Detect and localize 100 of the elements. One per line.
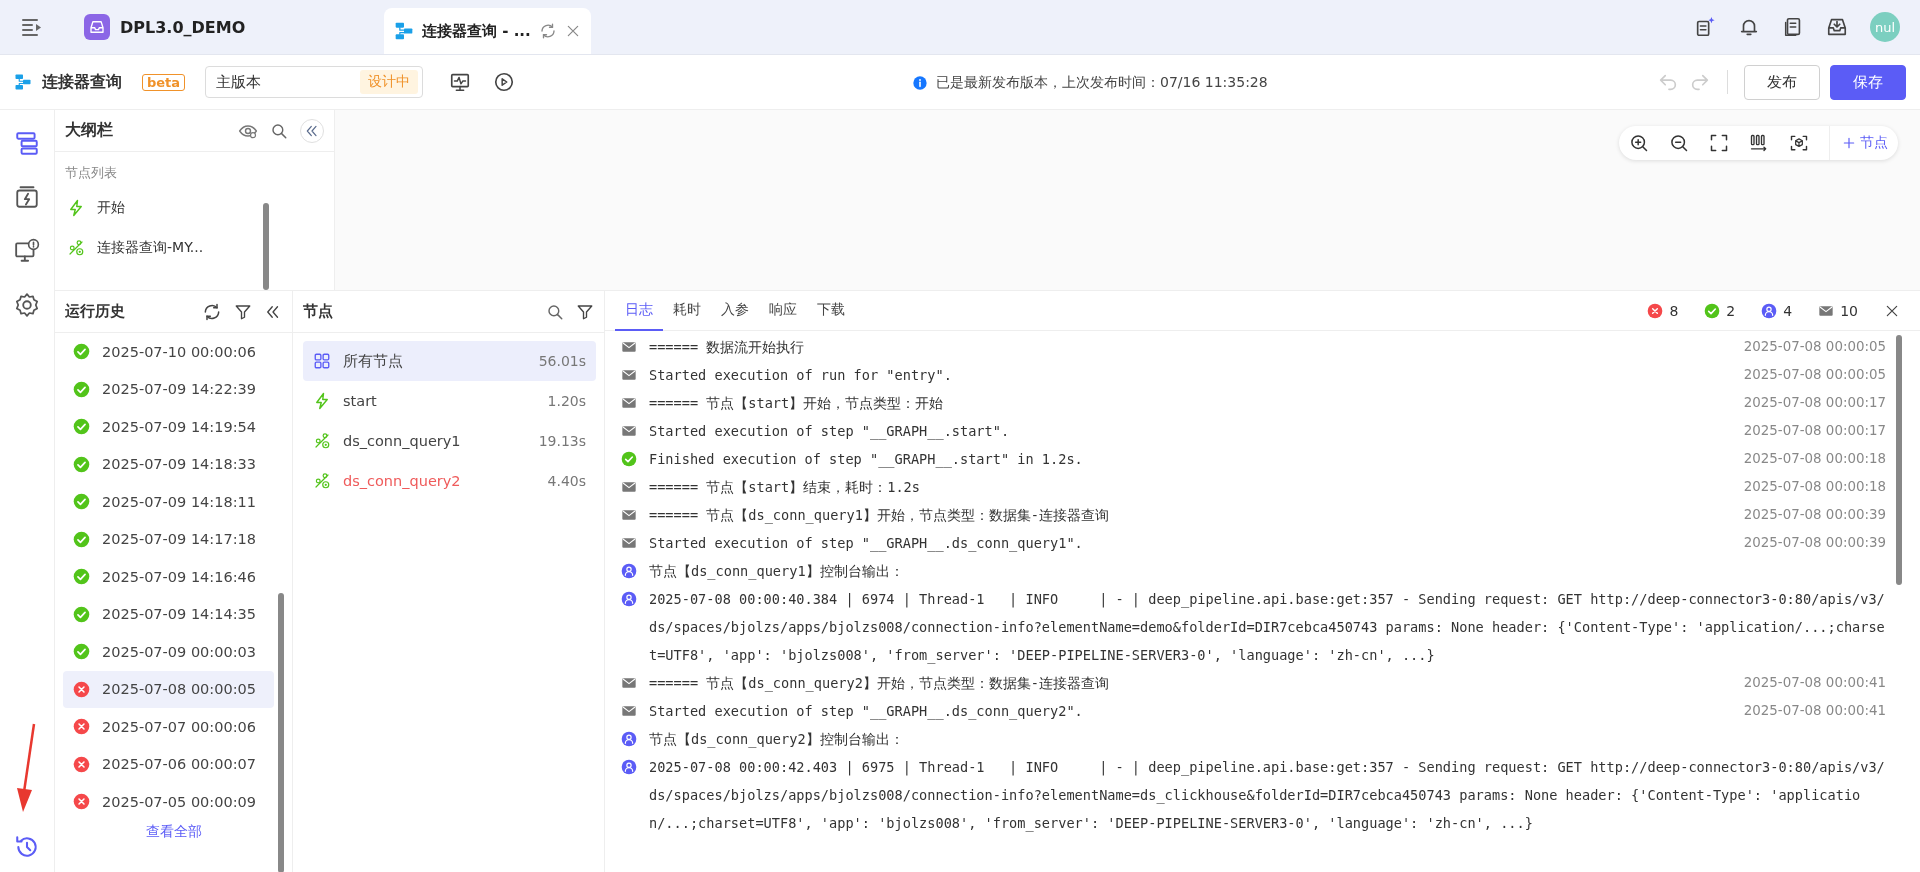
history-item[interactable]: 2025-07-09 14:17:18 — [63, 520, 274, 558]
log-tab[interactable]: 耗时 — [663, 290, 711, 331]
history-item[interactable]: 2025-07-06 00:00:07 — [63, 745, 274, 783]
log-time: 2025-07-08 00:00:18 — [1743, 478, 1886, 496]
mail-icon — [621, 507, 637, 523]
mail-icon — [621, 675, 637, 691]
log-message: ====== 节点【ds_conn_query2】开始，节点类型：数据集-连接器查询 — [649, 674, 1111, 694]
history-icon[interactable] — [14, 834, 40, 860]
filter-icon[interactable] — [576, 302, 594, 321]
node-name: start — [343, 393, 377, 409]
error-icon — [73, 755, 90, 773]
scrollbar[interactable] — [263, 203, 269, 290]
save-button[interactable]: 保存 — [1830, 64, 1906, 100]
filter-icon[interactable] — [234, 302, 252, 321]
scrollbar[interactable] — [278, 593, 284, 872]
user-icon[interactable] — [1761, 302, 1778, 319]
history-item[interactable]: 2025-07-10 00:00:06 — [63, 333, 274, 371]
node-item[interactable]: start 1.20s — [303, 381, 596, 421]
outline-item[interactable]: 开始 — [55, 188, 334, 228]
mail-icon — [621, 423, 637, 439]
play-icon[interactable] — [493, 71, 516, 93]
version-select[interactable]: 主版本 设计中 — [205, 66, 424, 98]
history-item[interactable]: 2025-07-09 14:18:33 — [63, 445, 274, 483]
success-icon — [73, 418, 90, 436]
history-item[interactable]: 2025-07-09 14:22:39 — [63, 370, 274, 408]
publish-button[interactable]: 发布 — [1744, 64, 1820, 100]
mail-icon — [621, 535, 637, 551]
log-time: 2025-07-08 00:00:18 — [1743, 450, 1886, 468]
lightning-icon — [313, 392, 331, 410]
settings-icon[interactable] — [14, 292, 40, 318]
user-icon — [621, 731, 637, 747]
fullscreen-icon[interactable] — [1709, 133, 1729, 153]
log-tab[interactable]: 日志 — [615, 290, 663, 331]
mail-icon — [621, 339, 637, 355]
log-message: 节点【ds_conn_query1】控制台输出： — [649, 562, 905, 582]
success-icon — [621, 451, 637, 467]
log-tab[interactable]: 响应 — [759, 290, 807, 331]
log-tab[interactable]: 入参 — [711, 290, 759, 331]
history-item[interactable]: 2025-07-09 00:00:03 — [63, 633, 274, 671]
outline-icon[interactable] — [14, 130, 40, 156]
node-item[interactable]: 所有节点 56.01s — [303, 341, 596, 381]
layout-icon[interactable] — [1749, 133, 1769, 153]
history-item[interactable]: 2025-07-07 00:00:06 — [63, 708, 274, 746]
log-time: 2025-07-08 00:00:05 — [1743, 338, 1886, 356]
info-icon — [912, 74, 928, 91]
history-item[interactable]: 2025-07-09 14:14:35 — [63, 595, 274, 633]
add-node-button[interactable]: 节点 — [1829, 126, 1888, 160]
node-item[interactable]: ds_conn_query2 4.40s — [303, 461, 596, 501]
log-time: 2025-07-08 00:00:39 — [1743, 506, 1886, 524]
monitor-pulse-icon[interactable] — [449, 71, 472, 93]
focus-cube-icon[interactable] — [1789, 133, 1809, 153]
view-all-link[interactable]: 查看全部 — [139, 820, 208, 843]
mail-icon — [621, 703, 637, 719]
success-icon — [73, 493, 90, 511]
monitor-alert-icon[interactable] — [14, 238, 40, 264]
log-message: ====== 节点【start】结束，耗时：1.2s — [649, 478, 921, 497]
status-tag: 设计中 — [360, 70, 419, 94]
publish-info: 已是最新发布版本，上次发布时间：07/16 11:35:28 — [936, 73, 1268, 92]
tab-label: 连接器查询 - ... — [422, 21, 531, 41]
history-item[interactable]: 2025-07-05 00:00:09 — [63, 783, 274, 821]
error-icon[interactable] — [1647, 302, 1664, 319]
history-item[interactable]: 2025-07-09 14:16:46 — [63, 558, 274, 596]
scrollbar[interactable] — [1896, 335, 1902, 585]
panel-title: 节点 — [303, 302, 333, 321]
search-icon[interactable] — [270, 121, 288, 140]
mail-icon — [621, 395, 637, 411]
zoom-in-icon[interactable] — [1629, 133, 1649, 153]
panel-title: 大纲栏 — [65, 120, 113, 141]
panel-title: 运行历史 — [65, 302, 125, 321]
log-message: Started execution of step "__GRAPH__.start". — [649, 422, 1011, 442]
inbox-download-icon[interactable] — [1826, 16, 1848, 38]
success-icon — [73, 343, 90, 361]
history-item[interactable]: 2025-07-09 14:19:54 — [63, 408, 274, 446]
mail-icon — [621, 479, 637, 495]
document-sparkle-icon[interactable] — [1694, 16, 1716, 38]
user-icon — [621, 563, 637, 579]
search-icon[interactable] — [546, 302, 564, 321]
refresh-icon[interactable] — [202, 301, 222, 322]
flow-icon — [394, 21, 414, 41]
node-duration: 56.01s — [538, 353, 586, 369]
count-label: 10 — [1840, 302, 1858, 319]
history-item[interactable]: 2025-07-09 14:18:11 — [63, 483, 274, 521]
success-icon — [73, 643, 90, 661]
node-name: ds_conn_query1 — [343, 433, 461, 449]
log-message: Started execution of run for "entry". — [649, 366, 953, 385]
flow-icon — [14, 73, 32, 91]
node-item[interactable]: ds_conn_query1 19.13s — [303, 421, 596, 461]
zoom-out-icon[interactable] — [1669, 133, 1689, 153]
log-message: ====== 数据流开始执行 — [649, 338, 806, 357]
log-message: 2025-07-08 00:00:40.384 | 6974 | Thread-1 | INFO | - | deep_pipeline.api.base:get:357 - Sending request: GET http://deep-connector3-0:80/apis/v3/ds/spaces/bjolzs/apps/bjolzs008/connection-info?elementName=demo&folderId=DIR7cebca450743 params: None header: {'Content-Type': 'application/...;charset=UTF8', 'app': 'bjolzs008', 'from_server': 'DEEP-PIPELINE-SERVER3-0', 'language': 'zh-cn', ...} — [649, 590, 1886, 666]
log-message: Finished execution of step "__GRAPH__.start" in 1.2s. — [649, 450, 1084, 470]
log-time: 2025-07-08 00:00:39 — [1743, 534, 1886, 552]
success-icon — [73, 380, 90, 398]
history-item[interactable]: 2025-07-08 00:00:05 — [63, 670, 274, 708]
connector-node-icon — [67, 239, 85, 257]
log-tab[interactable]: 下载 — [807, 290, 855, 331]
lightning-box-icon[interactable] — [14, 184, 40, 210]
node-duration: 1.20s — [547, 393, 586, 409]
outline-item[interactable]: 连接器查询-MY... — [55, 228, 334, 268]
user-icon — [621, 759, 637, 775]
